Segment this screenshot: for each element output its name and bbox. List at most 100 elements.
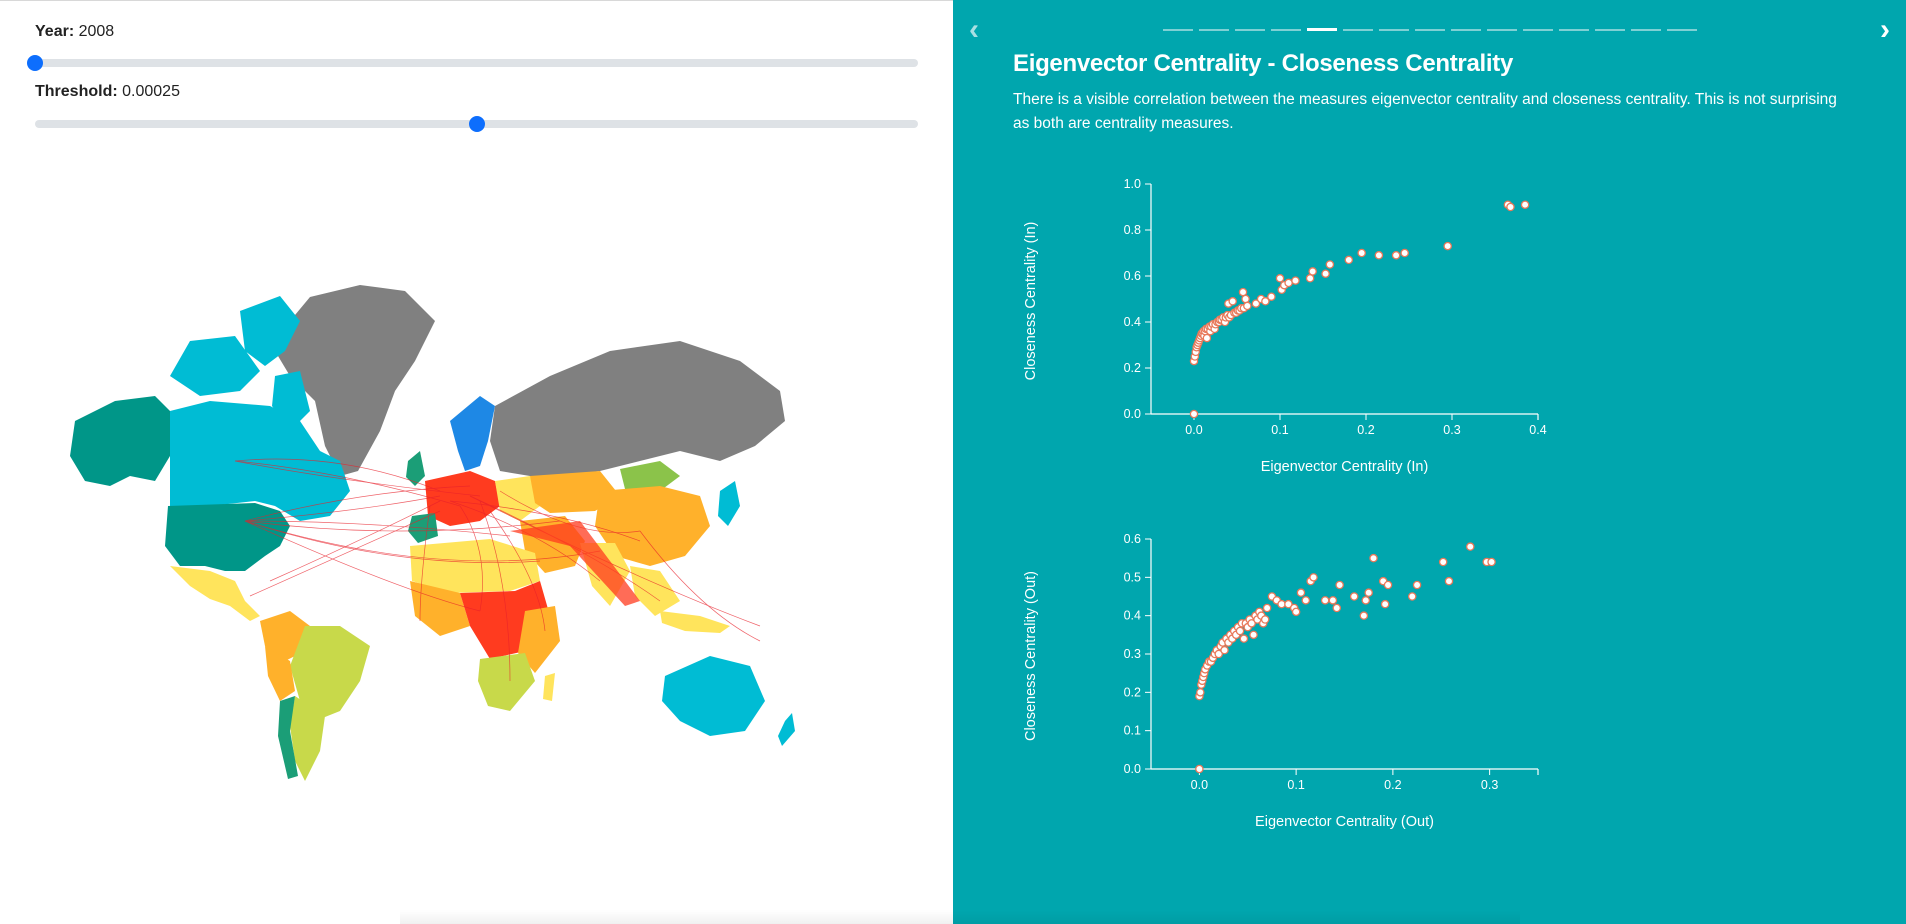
scatter-point-in[interactable] [1267, 292, 1276, 301]
scatter-point-in[interactable] [1202, 333, 1212, 343]
scatter-point-out[interactable] [1296, 588, 1306, 597]
scatter-point-out[interactable] [1335, 580, 1344, 590]
scatter-point-in[interactable] [1357, 248, 1366, 258]
scatter-point-in[interactable] [1308, 267, 1317, 276]
slide-dot-13[interactable] [1595, 29, 1625, 31]
slide-dot-1[interactable] [1163, 29, 1193, 31]
slide-dot-3[interactable] [1235, 29, 1265, 31]
scatter-point-out[interactable] [1349, 592, 1359, 601]
scatter-point-out[interactable] [1220, 645, 1229, 655]
scatter-point-out[interactable] [1301, 596, 1311, 605]
scatter-point-out[interactable] [1383, 580, 1393, 590]
scatter-point-out[interactable] [1239, 634, 1249, 643]
scatter-point-out[interactable] [1361, 596, 1371, 605]
map-country-uk[interactable] [406, 451, 425, 486]
slide-dot-9[interactable] [1451, 29, 1481, 31]
scatter-point-in[interactable] [1284, 278, 1293, 288]
scatter-point-out[interactable] [1235, 626, 1245, 636]
scatter-point-out[interactable] [1262, 603, 1272, 613]
slide-dot-15[interactable] [1667, 29, 1697, 31]
scatter-point-in[interactable] [1275, 274, 1285, 283]
map-country-japan[interactable] [718, 481, 740, 526]
scatter-point-in[interactable] [1344, 255, 1354, 265]
x-tick-label-out: 0.1 [1287, 778, 1304, 792]
scatter-point-in[interactable] [1520, 200, 1530, 209]
scatter-point-out[interactable] [1412, 580, 1422, 590]
scatter-point-out[interactable] [1291, 607, 1301, 617]
scatter-point-in[interactable] [1400, 248, 1409, 258]
map-country-alaska[interactable] [70, 396, 170, 486]
map-country-scandinavia[interactable] [450, 396, 495, 471]
x-axis-label-in: Eigenvector Centrality (In) [1261, 459, 1429, 475]
map-country-madagascar[interactable] [543, 673, 555, 701]
scatter-point-out[interactable] [1277, 599, 1286, 609]
scatter-point-in[interactable] [1291, 276, 1300, 285]
x-tick-label-in: 0.1 [1271, 423, 1288, 437]
scatter-point-out[interactable] [1407, 592, 1417, 601]
scatter-point-out[interactable] [1320, 596, 1330, 605]
scatter-point-out[interactable] [1380, 599, 1390, 609]
map-country-russia[interactable] [490, 341, 785, 476]
scatter-point-out[interactable] [1260, 615, 1270, 624]
scatter-point-out[interactable] [1364, 588, 1373, 597]
y-tick-label-in: 0.0 [1124, 407, 1141, 421]
scatter-point-in[interactable] [1391, 251, 1401, 260]
scatter-point-in[interactable] [1305, 274, 1315, 283]
map-country-australia[interactable] [662, 656, 765, 736]
map-country-mongolia[interactable] [620, 461, 680, 491]
slide-dot-2[interactable] [1199, 29, 1229, 31]
slide-dot-6[interactable] [1343, 29, 1373, 31]
y-tick-label-in: 1.0 [1124, 177, 1141, 191]
chevron-left-icon[interactable]: ‹ [969, 14, 979, 46]
map-country-mexico[interactable] [170, 566, 260, 621]
slide-dot-10[interactable] [1487, 29, 1517, 31]
scatter-point-out[interactable] [1196, 688, 1205, 697]
scatter-point-in[interactable] [1325, 260, 1335, 269]
map-country-indonesia[interactable] [660, 611, 730, 633]
map-country-new-zealand[interactable] [778, 713, 795, 746]
slide-dot-14[interactable] [1631, 29, 1661, 31]
scatter-point-out[interactable] [1309, 573, 1318, 582]
slide-dot-5[interactable] [1307, 28, 1337, 31]
slide-dot-4[interactable] [1271, 29, 1301, 31]
slide-dot-11[interactable] [1523, 29, 1553, 31]
scatter-point-out[interactable] [1249, 630, 1258, 640]
map-country-usa[interactable] [165, 503, 290, 571]
scatter-point-in[interactable] [1243, 301, 1252, 311]
slide-dot-12[interactable] [1559, 29, 1589, 31]
year-slider-thumb[interactable] [27, 55, 43, 71]
scatter-point-in[interactable] [1443, 241, 1452, 251]
threshold-slider-thumb[interactable] [468, 116, 485, 132]
scatter-point-in[interactable] [1228, 297, 1237, 306]
scatter-point-out[interactable] [1444, 576, 1454, 586]
scatter-point-out[interactable] [1466, 542, 1475, 551]
map-country-north-africa[interactable] [410, 539, 540, 593]
year-slider[interactable] [27, 55, 918, 71]
scatter-point-out[interactable] [1359, 611, 1369, 620]
x-tick-label-in: 0.4 [1529, 423, 1546, 437]
chevron-right-icon[interactable]: › [1880, 14, 1890, 46]
scatter-point-out[interactable] [1332, 603, 1342, 613]
scatter-point-in[interactable] [1506, 202, 1515, 212]
world-trade-map[interactable] [40, 281, 810, 781]
scatter-point-out[interactable] [1487, 557, 1496, 567]
scatter-plot-in: 0.0 0.1 0.2 0.3 0.4 0.0 0.2 0.4 0.6 0.8 1.0 Eigenve… [1023, 177, 1547, 475]
slide-dot-8[interactable] [1415, 29, 1445, 31]
scatter-point-out[interactable] [1195, 764, 1204, 774]
scatter-point-in[interactable] [1374, 251, 1384, 260]
map-country-southern-africa[interactable] [478, 653, 535, 711]
y-tick-label-out: 0.0 [1124, 762, 1141, 776]
year-caption: Year: [35, 23, 75, 40]
scatter-point-in[interactable] [1238, 287, 1248, 297]
threshold-slider[interactable] [35, 116, 918, 132]
scatter-point-in[interactable] [1189, 409, 1199, 419]
scatter-point-in[interactable] [1241, 294, 1250, 304]
year-value: 2008 [78, 23, 115, 40]
y-tick-label-in: 0.8 [1124, 223, 1141, 237]
scatter-point-out[interactable] [1369, 553, 1378, 563]
slide-dot-7[interactable] [1379, 29, 1409, 31]
scatter-point-out[interactable] [1438, 557, 1448, 567]
scatter-point-in[interactable] [1321, 269, 1330, 278]
scatter-point-out[interactable] [1328, 596, 1338, 605]
map-country-west-europe[interactable] [425, 471, 500, 526]
